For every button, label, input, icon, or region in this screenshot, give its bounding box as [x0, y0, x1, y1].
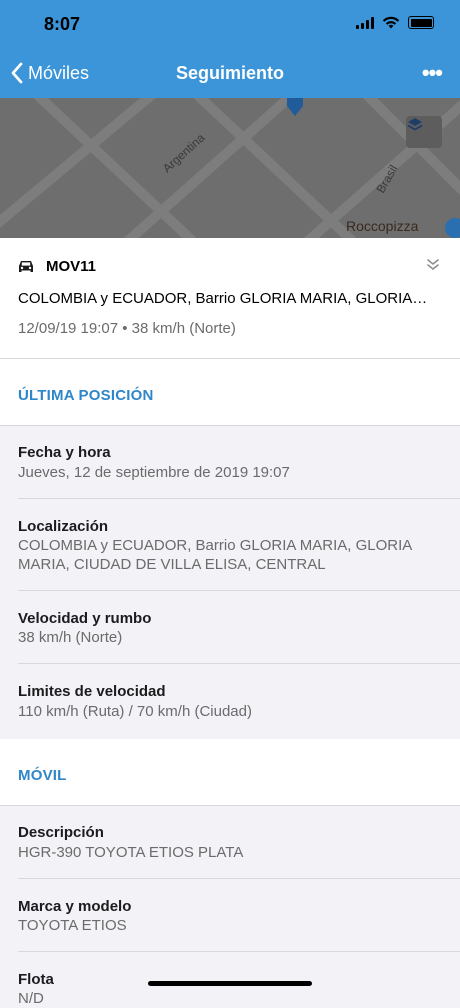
more-options-button[interactable]: ••• — [421, 60, 443, 86]
detail-row-description: Descripción HGR-390 TOYOTA ETIOS PLATA — [0, 806, 460, 879]
vehicle-meta: 12/09/19 19:07 • 38 km/h (Norte) — [18, 320, 236, 337]
status-time: 8:07 — [44, 14, 81, 34]
map-view[interactable]: Argentina Brasil — [0, 98, 460, 238]
battery-icon — [408, 16, 434, 29]
detail-label: Limites de velocidad — [18, 683, 166, 700]
detail-label: Flota — [18, 971, 54, 988]
detail-label: Localización — [18, 518, 109, 535]
detail-row-location: Localización COLOMBIA y ECUADOR, Barrio … — [0, 499, 460, 591]
detail-value: HGR-390 TOYOTA ETIOS PLATA — [18, 844, 244, 861]
page-title: Seguimiento — [175, 63, 284, 83]
detail-value: 110 km/h (Ruta) / 70 km/h (Ciudad) — [18, 703, 252, 720]
detail-value: N/D — [18, 990, 44, 1007]
detail-row-date-time: Fecha y hora Jueves, 12 de septiembre de… — [0, 426, 460, 499]
vehicle-name: MOV11 — [46, 258, 97, 275]
status-bar: 8:07 — [0, 0, 460, 50]
section-header-last-position: ÚLTIMA POSICIÓN — [0, 359, 460, 426]
detail-value: TOYOTA ETIOS — [18, 917, 127, 934]
cellular-signal-icon — [356, 16, 374, 29]
section-title: MÓVIL — [18, 767, 67, 784]
detail-row-make-model: Marca y modelo TOYOTA ETIOS — [0, 879, 460, 952]
layers-icon — [407, 118, 423, 131]
detail-row-speed-limits: Limites de velocidad 110 km/h (Ruta) / 7… — [0, 664, 460, 738]
home-indicator — [148, 981, 312, 986]
vehicle-header: MOV11 — [18, 258, 96, 275]
detail-value: COLOMBIA y ECUADOR, Barrio GLORIA MARIA,… — [18, 537, 412, 573]
vehicle-address: COLOMBIA y ECUADOR, Barrio GLORIA MARIA,… — [18, 290, 428, 307]
detail-row-speed-heading: Velocidad y rumbo 38 km/h (Norte) — [0, 591, 460, 664]
detail-value: Jueves, 12 de septiembre de 2019 19:07 — [18, 464, 290, 481]
vehicle-summary-card[interactable]: MOV11 COLOMBIA y ECUADOR, Barrio GLORIA … — [0, 238, 460, 359]
section-header-mobile: MÓVIL — [0, 739, 460, 806]
car-icon — [19, 261, 33, 272]
map-layers-button[interactable] — [406, 116, 442, 148]
detail-value: 38 km/h (Norte) — [18, 629, 123, 646]
detail-row-fleet: Flota N/D — [0, 952, 460, 1007]
status-icons — [356, 16, 434, 29]
double-chevron-down-icon[interactable] — [426, 258, 440, 272]
more-icon: ••• — [421, 60, 443, 85]
detail-label: Descripción — [18, 824, 104, 841]
section-title: ÚLTIMA POSICIÓN — [18, 387, 154, 404]
detail-label: Fecha y hora — [18, 444, 111, 461]
detail-label: Velocidad y rumbo — [18, 610, 152, 627]
poi-label[interactable]: Roccopizza — [346, 218, 418, 234]
wifi-icon — [382, 16, 400, 29]
navigation-bar: Móviles Seguimiento ••• — [0, 50, 460, 98]
detail-label: Marca y modelo — [18, 898, 132, 915]
